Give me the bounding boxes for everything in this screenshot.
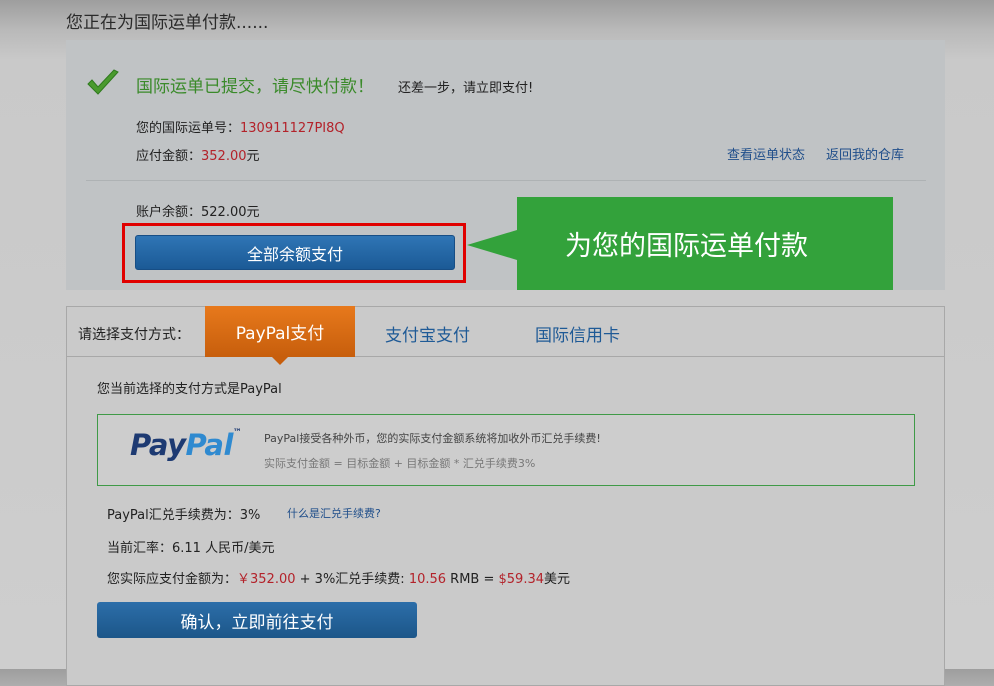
callout-banner: 为您的国际运单付款 <box>517 197 893 290</box>
amount-due-label: 应付金额： <box>136 149 202 164</box>
selected-method-text: 您当前选择的支付方式是PayPal <box>97 382 282 397</box>
payment-method-label: 请选择支付方式： <box>78 327 190 343</box>
callout-pointer <box>467 230 517 260</box>
amount-due-value: 352.00 <box>201 149 247 164</box>
total-rmb: ￥352.00 <box>237 572 296 587</box>
exchange-rate-text: 当前汇率：6.11 人民币/美元 <box>107 541 275 556</box>
back-to-warehouse-link[interactable]: 返回我的仓库 <box>826 144 904 163</box>
total-label: 您实际应支付金额为： <box>107 572 238 587</box>
amount-due-unit: 元 <box>246 149 260 164</box>
amount-due-row: 应付金额：352.00元 <box>136 145 260 164</box>
paypal-formula: 实际支付金额 = 目标金额 + 目标金额 * 汇兑手续费3% <box>264 457 536 470</box>
divider <box>86 180 926 181</box>
paypal-logo: PayPal™ <box>130 428 242 462</box>
pay-with-balance-button[interactable]: 全部余额支付 <box>135 235 455 270</box>
view-order-status-link[interactable]: 查看运单状态 <box>727 144 805 163</box>
order-number-label: 您的国际运单号： <box>136 121 241 136</box>
check-icon <box>87 69 119 95</box>
pay-now-subtext: 还差一步，请立即支付! <box>398 81 534 96</box>
account-balance-value: 522.00元 <box>201 205 260 220</box>
what-is-exchange-fee-link[interactable]: 什么是汇兑手续费? <box>287 505 381 521</box>
active-tab-pointer <box>272 357 288 365</box>
paypal-note: PayPal接受各种外币，您的实际支付金额系统将加收外币汇兑手续费! <box>264 432 601 445</box>
total-usd: $59.34 <box>498 572 545 587</box>
total-plus-text: + 3%汇兑手续费: <box>295 572 409 587</box>
page-title: 您正在为国际运单付款...... <box>66 13 269 33</box>
account-balance-label: 账户余额： <box>136 205 202 220</box>
tab-credit-card[interactable]: 国际信用卡 <box>535 321 620 346</box>
total-fee: 10.56 <box>408 572 447 587</box>
account-balance-row: 账户余额：522.00元 <box>136 201 260 220</box>
exchange-fee-text: PayPal汇兑手续费为：3% <box>107 508 261 523</box>
tab-paypal[interactable]: PayPal支付 <box>205 306 355 357</box>
confirm-pay-button[interactable]: 确认，立即前往支付 <box>97 602 417 638</box>
total-usd-unit: 美元 <box>544 572 571 587</box>
order-submitted-headline: 国际运单已提交，请尽快付款！ <box>136 77 374 97</box>
tab-alipay[interactable]: 支付宝支付 <box>385 321 470 346</box>
tabs-divider <box>67 356 944 357</box>
total-payment-row: 您实际应支付金额为：￥352.00 + 3%汇兑手续费: 10.56 RMB =… <box>107 568 570 587</box>
total-rmb-unit: RMB = <box>446 572 499 587</box>
order-number-row: 您的国际运单号：130911127PI8Q <box>136 117 345 136</box>
order-number: 130911127PI8Q <box>240 121 345 136</box>
